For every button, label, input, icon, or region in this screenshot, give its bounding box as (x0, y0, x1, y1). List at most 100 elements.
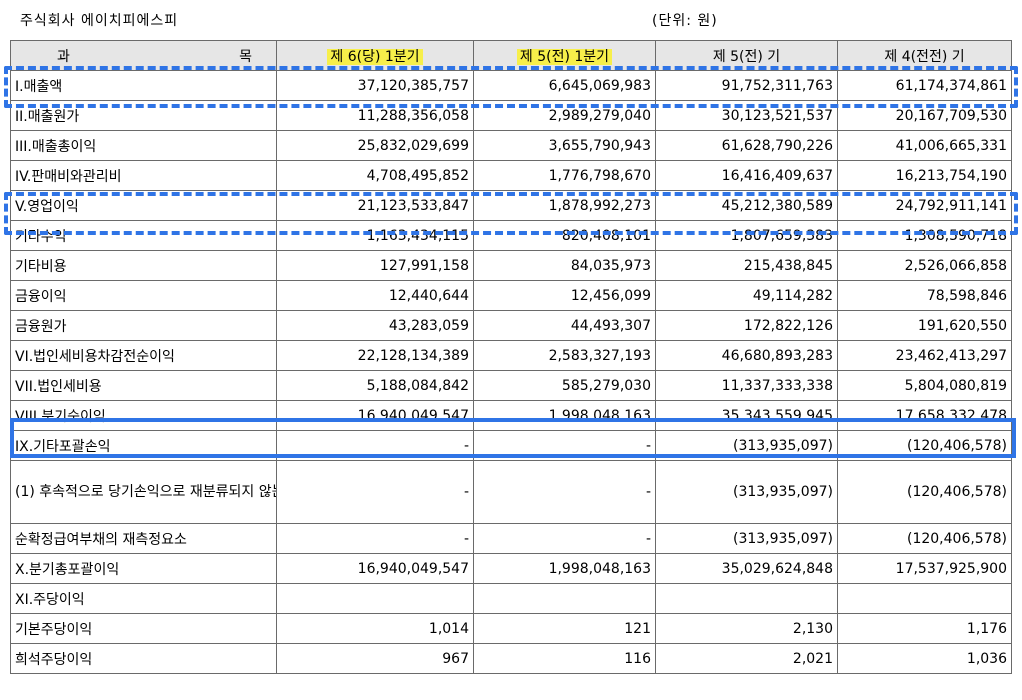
cell-p5 (655, 583, 838, 614)
cell-p4: 23,462,413,297 (837, 340, 1012, 371)
col-account: 과 목 (10, 40, 277, 71)
cell-p4: 1,036 (837, 643, 1012, 674)
cell-p5: 46,680,893,283 (655, 340, 838, 371)
table-row: 희석주당이익 967 116 2,021 1,036 (10, 643, 1012, 674)
col-period-5-q1: 제 5(전) 1분기 (473, 40, 656, 71)
cell-p4: (120,406,578) (837, 523, 1012, 554)
row-label: I.매출액 (10, 70, 277, 101)
cell-p5: 172,822,126 (655, 310, 838, 341)
cell-p4: 16,213,754,190 (837, 160, 1012, 191)
table-row: X.분기총포괄이익 16,940,049,547 1,998,048,163 35,0… (10, 553, 1012, 584)
cell-p4: 41,006,665,331 (837, 130, 1012, 161)
cell-p4: 1,176 (837, 613, 1012, 644)
cell-p5: 11,337,333,338 (655, 370, 838, 401)
cell-p6: 25,832,029,699 (276, 130, 474, 161)
row-label: V.영업이익 (10, 190, 277, 221)
cell-p5: 61,628,790,226 (655, 130, 838, 161)
row-label: IV.판매비와관리비 (10, 160, 277, 191)
cell-p6: - (276, 460, 474, 524)
col-period-4-label: 제 4(전전) 기 (884, 48, 965, 65)
cell-p5q: 820,408,101 (473, 220, 656, 251)
col-period-5-label: 제 5(전) 기 (712, 48, 781, 65)
cell-p6: 21,123,533,847 (276, 190, 474, 221)
cell-p4: (120,406,578) (837, 430, 1012, 461)
cell-p6: 16,940,049,547 (276, 400, 474, 431)
cell-p5q: 1,998,048,163 (473, 553, 656, 584)
col-period-5: 제 5(전) 기 (655, 40, 838, 71)
cell-p6: 1,014 (276, 613, 474, 644)
table-row: V.영업이익 21,123,533,847 1,878,992,273 45,212,… (10, 190, 1012, 221)
row-label: VI.법인세비용차감전순이익 (10, 340, 277, 371)
cell-p5q: 44,493,307 (473, 310, 656, 341)
cell-p6: 967 (276, 643, 474, 674)
cell-p5q: 3,655,790,943 (473, 130, 656, 161)
table-row: I.매출액 37,120,385,757 6,645,069,983 91,752,3… (10, 70, 1012, 101)
cell-p4: 24,792,911,141 (837, 190, 1012, 221)
cell-p5q (473, 583, 656, 614)
cell-p5: 91,752,311,763 (655, 70, 838, 101)
cell-p5q: 84,035,973 (473, 250, 656, 281)
cell-p5: 45,212,380,589 (655, 190, 838, 221)
cell-p6: 1,163,434,115 (276, 220, 474, 251)
cell-p6: 11,288,356,058 (276, 100, 474, 131)
cell-p6: 37,120,385,757 (276, 70, 474, 101)
row-label: 기타수익 (10, 220, 277, 251)
col-period-6-q1: 제 6(당) 1분기 (276, 40, 474, 71)
table-row: IV.판매비와관리비 4,708,495,852 1,776,798,670 16,4… (10, 160, 1012, 191)
cell-p6: - (276, 430, 474, 461)
cell-p5: 35,029,624,848 (655, 553, 838, 584)
statement-page: { "header": { "company": "주식회사 에이치피에스피",… (0, 0, 1022, 700)
cell-p5: 215,438,845 (655, 250, 838, 281)
cell-p4: 191,620,550 (837, 310, 1012, 341)
row-label: 금융이익 (10, 280, 277, 311)
cell-p4 (837, 583, 1012, 614)
table-row: VIII.분기순이익 16,940,049,547 1,998,048,163 35,… (10, 400, 1012, 431)
cell-p5q: - (473, 430, 656, 461)
company-name: 주식회사 에이치피에스피 (20, 13, 179, 29)
table-row: VI.법인세비용차감전순이익 22,128,134,389 2,583,327,19… (10, 340, 1012, 371)
row-label: 금융원가 (10, 310, 277, 341)
row-label: VIII.분기순이익 (10, 400, 277, 431)
table-row: 기타비용 127,991,158 84,035,973 215,438,845 2,52… (10, 250, 1012, 281)
cell-p6: 127,991,158 (276, 250, 474, 281)
cell-p4: 78,598,846 (837, 280, 1012, 311)
row-label: 기본주당이익 (10, 613, 277, 644)
col-account-right: 목 (239, 48, 252, 65)
cell-p5q: - (473, 523, 656, 554)
row-label: X.분기총포괄이익 (10, 553, 277, 584)
col-account-left: 과 (57, 48, 70, 65)
cell-p6 (276, 583, 474, 614)
cell-p6: 16,940,049,547 (276, 553, 474, 584)
row-label: (1) 후속적으로 당기손익으로 재분류되지 않는 항목 (10, 460, 277, 524)
cell-p5q: 2,583,327,193 (473, 340, 656, 371)
row-label: III.매출총이익 (10, 130, 277, 161)
cell-p6: 5,188,084,842 (276, 370, 474, 401)
cell-p5: (313,935,097) (655, 430, 838, 461)
cell-p4: 5,804,080,819 (837, 370, 1012, 401)
cell-p6: 22,128,134,389 (276, 340, 474, 371)
cell-p5: 2,021 (655, 643, 838, 674)
table-row: (1) 후속적으로 당기손익으로 재분류되지 않는 항목--(313,935,0… (10, 460, 1012, 524)
table-row: 순확정급여부채의 재측정요소 - - (313,935,097) (120,406,57… (10, 523, 1012, 554)
cell-p5: 2,130 (655, 613, 838, 644)
header-row: 과 목 제 6(당) 1분기 제 5(전) 1분기 제 5(전) 기 제 4(전… (10, 40, 1012, 71)
col-period-5-q1-label: 제 5(전) 1분기 (516, 48, 613, 65)
table-row: 기타수익 1,163,434,115 820,408,101 1,807,659,38… (10, 220, 1012, 251)
cell-p4: 1,308,590,718 (837, 220, 1012, 251)
row-label: II.매출원가 (10, 100, 277, 131)
row-label: 기타비용 (10, 250, 277, 281)
cell-p5: (313,935,097) (655, 460, 838, 524)
table-row: 금융이익 12,440,644 12,456,099 49,114,282 78,598… (10, 280, 1012, 311)
cell-p5q: 2,989,279,040 (473, 100, 656, 131)
cell-p4: (120,406,578) (837, 460, 1012, 524)
income-statement-table: 과 목 제 6(당) 1분기 제 5(전) 1분기 제 5(전) 기 제 4(전… (10, 40, 1012, 674)
cell-p6: - (276, 523, 474, 554)
row-label: VII.법인세비용 (10, 370, 277, 401)
cell-p5q: 1,998,048,163 (473, 400, 656, 431)
table-row: 기본주당이익 1,014 121 2,130 1,176 (10, 613, 1012, 644)
unit-label: (단위: 원) (652, 13, 718, 29)
table-row: XI.주당이익 (10, 583, 1012, 614)
cell-p4: 2,526,066,858 (837, 250, 1012, 281)
cell-p5q: 585,279,030 (473, 370, 656, 401)
cell-p5: 1,807,659,383 (655, 220, 838, 251)
